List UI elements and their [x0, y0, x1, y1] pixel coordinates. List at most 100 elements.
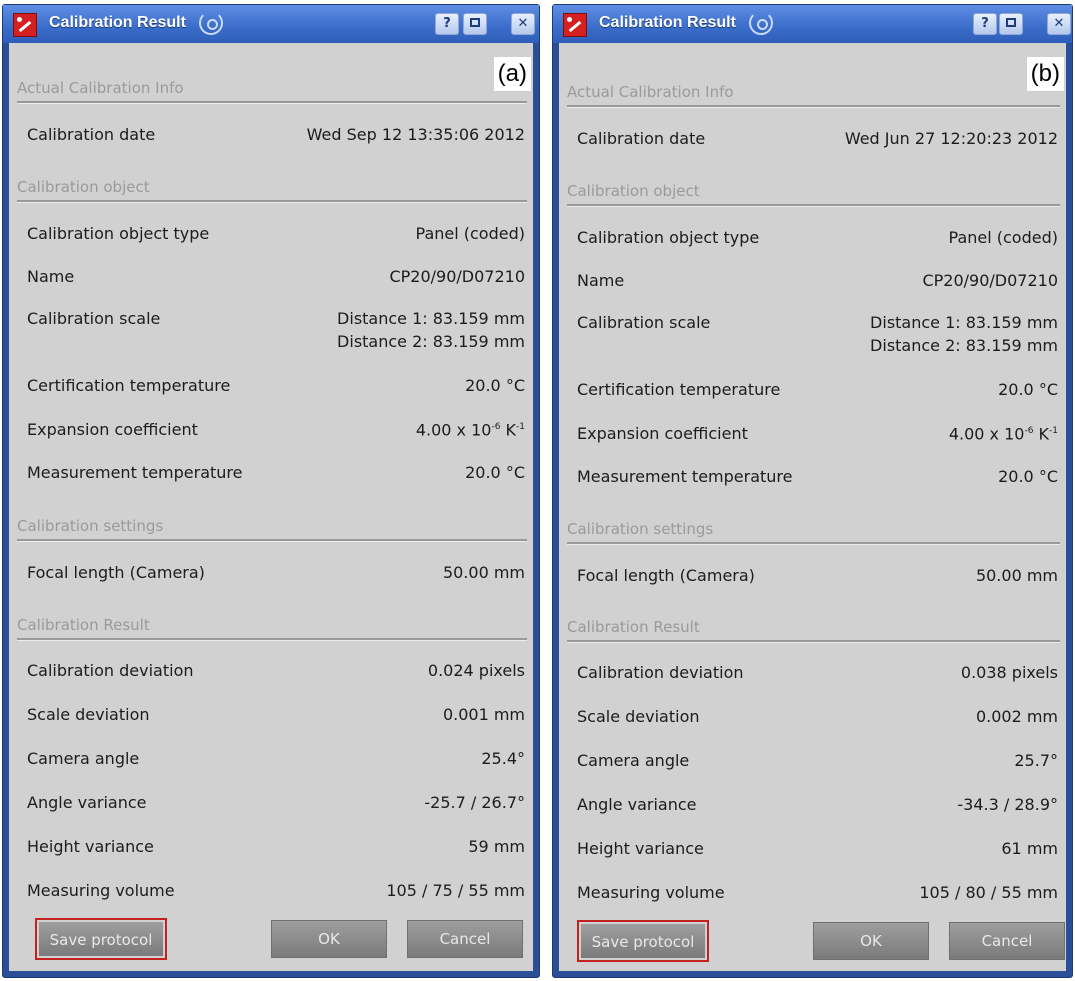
measurement-temperature-value: 20.0 °C — [998, 467, 1058, 486]
dialog-body: (b) Actual Calibration Info Calibration … — [559, 43, 1066, 971]
name-value: CP20/90/D07210 — [389, 267, 525, 286]
expansion-coefficient-label: Expansion coefficient — [27, 420, 198, 439]
help-button[interactable]: ? — [435, 13, 459, 35]
calibration-date-label: Calibration date — [577, 129, 706, 148]
calibration-scale-distance-2: Distance 2: 83.159 mm — [337, 332, 525, 351]
save-protocol-button[interactable]: Save protocol — [36, 919, 166, 959]
section-divider — [17, 200, 527, 203]
focal-length-label: Focal length (Camera) — [27, 563, 205, 582]
object-type-label: Calibration object type — [577, 228, 760, 247]
calibration-deviation-label: Calibration deviation — [577, 663, 744, 682]
app-icon — [563, 13, 587, 37]
measuring-volume-value: 105 / 80 / 55 mm — [919, 883, 1058, 902]
title-swirl-icon — [199, 11, 223, 35]
measurement-temperature-value: 20.0 °C — [465, 463, 525, 482]
section-divider — [17, 539, 527, 542]
calibration-scale-distance-1: Distance 1: 83.159 mm — [870, 313, 1058, 332]
cert-temperature-value: 20.0 °C — [998, 380, 1058, 399]
measuring-volume-value: 105 / 75 / 55 mm — [386, 881, 525, 900]
close-button[interactable]: ✕ — [511, 13, 535, 35]
close-button[interactable]: ✕ — [1047, 13, 1071, 35]
maximize-button[interactable] — [999, 13, 1023, 35]
cancel-button[interactable]: Cancel — [949, 922, 1065, 960]
scale-deviation-label: Scale deviation — [577, 707, 700, 726]
scale-deviation-label: Scale deviation — [27, 705, 150, 724]
title-swirl-icon — [749, 11, 773, 35]
object-type-label: Calibration object type — [27, 224, 210, 243]
cert-temperature-label: Certification temperature — [577, 380, 781, 399]
section-divider — [567, 204, 1060, 207]
measurement-temperature-label: Measurement temperature — [27, 463, 243, 482]
section-header-calibration-object: Calibration object — [17, 178, 150, 196]
cert-temperature-label: Certification temperature — [27, 376, 231, 395]
ok-button[interactable]: OK — [813, 922, 929, 960]
maximize-button[interactable] — [463, 13, 487, 35]
calibration-result-window-b: Calibration Result ? ✕ (b) Actual Calibr… — [552, 4, 1073, 978]
cancel-button[interactable]: Cancel — [407, 920, 523, 958]
calibration-deviation-value: 0.024 pixels — [427, 661, 525, 680]
camera-angle-label: Camera angle — [27, 749, 140, 768]
angle-variance-value: -25.7 / 26.7° — [424, 793, 525, 812]
window-title: Calibration Result — [599, 14, 736, 31]
height-variance-value: 61 mm — [1001, 839, 1058, 858]
camera-angle-label: Camera angle — [577, 751, 690, 770]
section-header-actual-info: Actual Calibration Info — [567, 83, 734, 101]
name-label: Name — [27, 267, 75, 286]
angle-variance-label: Angle variance — [577, 795, 697, 814]
focal-length-label: Focal length (Camera) — [577, 566, 755, 585]
name-label: Name — [577, 271, 625, 290]
expansion-coefficient-value: 4.00 x 10-6 K-1 — [948, 424, 1058, 444]
help-button[interactable]: ? — [973, 13, 997, 35]
app-icon — [13, 13, 37, 37]
ok-button[interactable]: OK — [271, 920, 387, 958]
name-value: CP20/90/D07210 — [922, 271, 1058, 290]
maximize-icon — [1006, 18, 1016, 27]
angle-variance-value: -34.3 / 28.9° — [957, 795, 1058, 814]
section-header-actual-info: Actual Calibration Info — [17, 79, 184, 97]
section-header-calibration-object: Calibration object — [567, 182, 700, 200]
calibration-date-value: Wed Jun 27 12:20:23 2012 — [844, 129, 1058, 148]
section-divider — [17, 101, 527, 104]
calibration-scale-distance-1: Distance 1: 83.159 mm — [337, 309, 525, 328]
object-type-value: Panel (coded) — [948, 228, 1058, 247]
section-header-calibration-settings: Calibration settings — [567, 520, 714, 538]
dialog-body: (a) Actual Calibration Info Calibration … — [9, 43, 533, 971]
maximize-icon — [470, 18, 480, 27]
section-header-calibration-settings: Calibration settings — [17, 517, 164, 535]
object-type-value: Panel (coded) — [415, 224, 525, 243]
calibration-date-label: Calibration date — [27, 125, 156, 144]
camera-angle-value: 25.7° — [1014, 751, 1058, 770]
section-divider — [17, 638, 527, 641]
height-variance-value: 59 mm — [468, 837, 525, 856]
window-title: Calibration Result — [49, 14, 186, 31]
calibration-date-value: Wed Sep 12 13:35:06 2012 — [306, 125, 525, 144]
camera-angle-value: 25.4° — [481, 749, 525, 768]
calibration-deviation-label: Calibration deviation — [27, 661, 194, 680]
height-variance-label: Height variance — [577, 839, 704, 858]
title-bar[interactable]: Calibration Result ? ✕ — [553, 5, 1072, 43]
focal-length-value: 50.00 mm — [975, 566, 1058, 585]
section-divider — [567, 640, 1060, 643]
calibration-scale-distance-2: Distance 2: 83.159 mm — [870, 336, 1058, 355]
calibration-result-window-a: Calibration Result ? ✕ (a) Actual Calibr… — [2, 4, 540, 978]
section-header-calibration-result: Calibration Result — [17, 616, 150, 634]
save-protocol-button[interactable]: Save protocol — [578, 921, 708, 961]
height-variance-label: Height variance — [27, 837, 154, 856]
section-divider — [567, 105, 1060, 108]
section-divider — [567, 542, 1060, 545]
focal-length-value: 50.00 mm — [442, 563, 525, 582]
scale-deviation-value: 0.002 mm — [975, 707, 1058, 726]
section-header-calibration-result: Calibration Result — [567, 618, 700, 636]
calibration-deviation-value: 0.038 pixels — [960, 663, 1058, 682]
measuring-volume-label: Measuring volume — [577, 883, 725, 902]
angle-variance-label: Angle variance — [27, 793, 147, 812]
expansion-coefficient-label: Expansion coefficient — [577, 424, 748, 443]
scale-deviation-value: 0.001 mm — [442, 705, 525, 724]
expansion-coefficient-value: 4.00 x 10-6 K-1 — [415, 420, 525, 440]
title-bar[interactable]: Calibration Result ? ✕ — [3, 5, 539, 43]
calibration-scale-label: Calibration scale — [577, 313, 711, 332]
measurement-temperature-label: Measurement temperature — [577, 467, 793, 486]
calibration-scale-label: Calibration scale — [27, 309, 161, 328]
cert-temperature-value: 20.0 °C — [465, 376, 525, 395]
measuring-volume-label: Measuring volume — [27, 881, 175, 900]
